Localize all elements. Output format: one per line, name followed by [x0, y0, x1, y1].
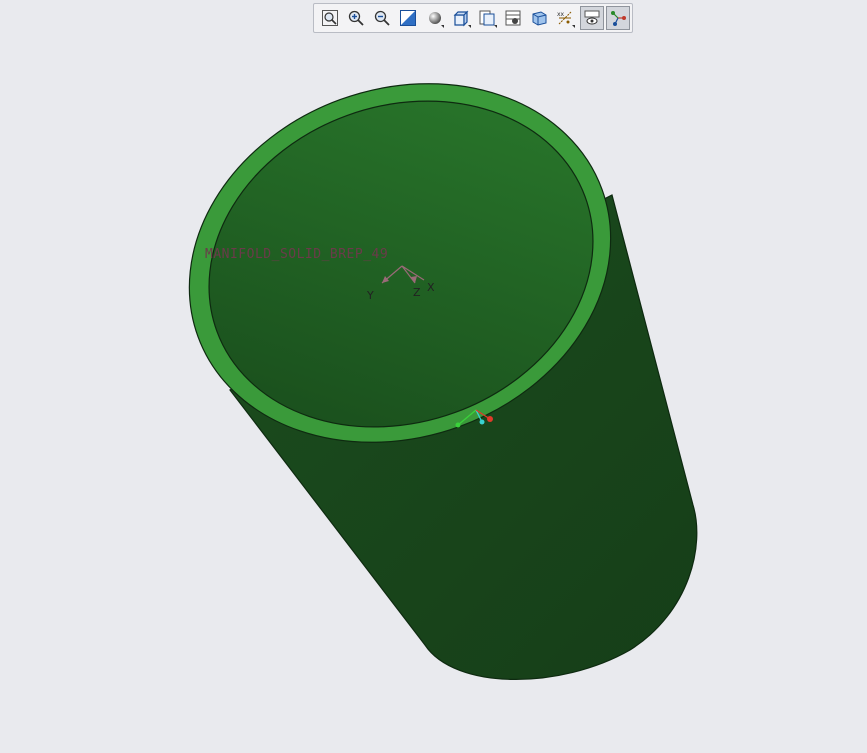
axis-label-z: Z — [413, 286, 421, 299]
csys-name-label: MANIFOLD_SOLID_BREP_49 — [205, 247, 389, 262]
cylinder-model[interactable] — [0, 0, 867, 749]
axis-label-x: X — [427, 281, 435, 294]
graphics-viewport[interactable]: MANIFOLD_SOLID_BREP_49 Y Z X — [0, 0, 867, 749]
axis-label-y: Y — [367, 289, 374, 302]
